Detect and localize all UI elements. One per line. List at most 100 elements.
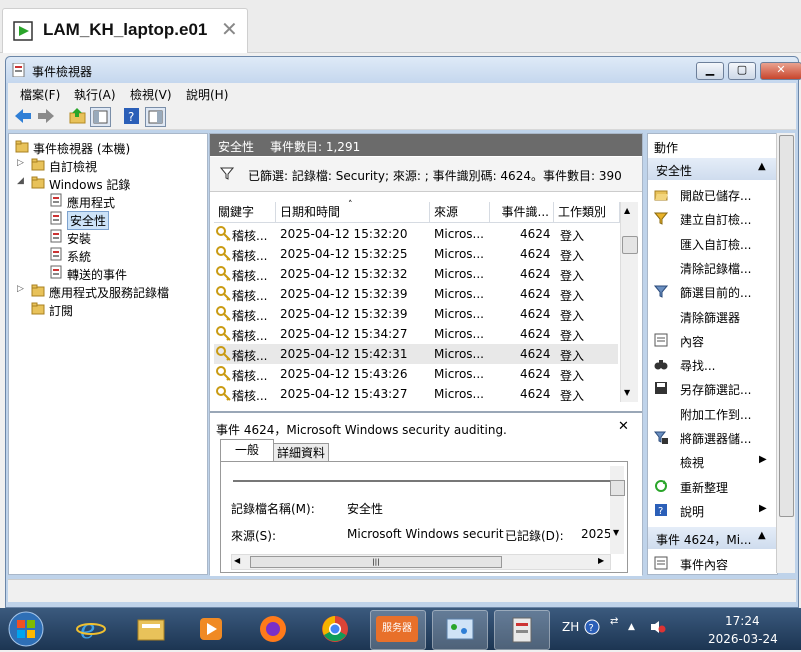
collapse-icon[interactable]: ◢ (17, 176, 24, 186)
show-hidden-icons-icon[interactable]: ▲ (628, 622, 635, 632)
expand-icon[interactable]: ▷ (17, 158, 24, 168)
action-item[interactable]: 檢視 ▶ (648, 449, 777, 473)
scroll-up-icon[interactable]: ▲ (624, 206, 630, 215)
detail-scroll-left-icon[interactable]: ◀ (234, 556, 240, 565)
action-item[interactable]: 附加工作到... (648, 401, 777, 425)
action-item[interactable]: 開啟已儲存... (648, 182, 777, 206)
taskbar-event-viewer[interactable] (494, 610, 550, 650)
actions-scroll-thumb[interactable] (779, 135, 794, 517)
maximize-button[interactable]: ▢ (728, 62, 756, 80)
media-player-icon (200, 618, 222, 640)
column-header-event-id[interactable]: 事件識... (490, 202, 554, 223)
clock-date[interactable]: 2026-03-24 (708, 632, 778, 646)
detail-close-icon[interactable]: ✕ (618, 419, 629, 434)
ime-options-icon[interactable]: ⇄ (610, 616, 618, 627)
column-header-task-category[interactable]: 工作類別 (554, 202, 620, 223)
detail-hscroll[interactable]: ◀ ||| ▶ (231, 554, 611, 570)
tab-general[interactable]: 一般 (220, 439, 274, 462)
detail-hscroll-thumb[interactable]: ||| (250, 556, 502, 568)
back-arrow-icon[interactable] (14, 107, 33, 125)
menu-help[interactable]: 說明(H) (186, 86, 228, 103)
action-item[interactable]: 另存篩選記... (648, 376, 777, 400)
event-list-scrollbar[interactable]: ▲ ▼ (620, 202, 638, 402)
table-row[interactable]: 稽核... 2025-04-12 15:32:32 Micros... 4624 登入 (214, 264, 618, 284)
taskbar-media-player[interactable] (184, 610, 238, 648)
tab-details[interactable]: 詳細資料 (273, 443, 329, 463)
table-row[interactable]: 稽核... 2025-04-12 15:43:27 Micros... 4624 登入 (214, 384, 618, 404)
tree-node[interactable]: ▷ 自訂檢視 (9, 156, 205, 174)
actions-section-security[interactable]: 安全性 ▲ (648, 158, 777, 180)
tree-node[interactable]: 系統 (9, 246, 205, 264)
table-row[interactable]: 稽核... 2025-04-12 15:34:27 Micros... 4624 登入 (214, 324, 618, 344)
forward-arrow-icon[interactable] (36, 107, 55, 125)
table-row[interactable]: 稽核... 2025-04-12 15:42:31 Micros... 4624 登入 (214, 344, 618, 364)
window-titlebar[interactable]: 事件檢視器 ▁ ▢ ✕ (6, 57, 801, 83)
browser-tab-close-icon[interactable]: ✕ (221, 17, 238, 41)
action-item[interactable]: 篩選目前的... (648, 279, 777, 303)
action-event-properties[interactable]: 事件內容 (648, 551, 777, 575)
language-indicator[interactable]: ZH (562, 620, 579, 634)
action-item[interactable]: 內容 (648, 328, 777, 352)
column-header-keyword[interactable]: 關鍵字 (214, 202, 276, 223)
table-row[interactable]: 稽核... 2025-04-12 15:32:20 Micros... 4624 登入 (214, 224, 618, 244)
detail-vscroll[interactable]: ▼ (610, 466, 625, 554)
action-item[interactable]: 重新整理 (648, 474, 777, 498)
filter-create-icon (654, 212, 668, 226)
collapse-icon[interactable]: ▲ (758, 161, 766, 172)
action-item[interactable]: 清除篩選器 (648, 304, 777, 328)
table-row[interactable]: 稽核... 2025-04-12 15:32:39 Micros... 4624 登入 (214, 284, 618, 304)
taskbar-firefox[interactable] (246, 610, 300, 648)
tree-node-label: 應用程式及服務記錄檔 (49, 286, 170, 300)
table-row[interactable]: 稽核... 2025-04-12 15:32:25 Micros... 4624 登入 (214, 244, 618, 264)
event-detail-pane: 事件 4624，Microsoft Windows security audit… (210, 411, 642, 576)
show-hide-action-pane-icon[interactable] (145, 107, 166, 127)
expand-icon[interactable]: ▷ (17, 284, 24, 294)
start-orb-icon[interactable] (6, 610, 46, 648)
tree-node[interactable]: ◢ Windows 記錄 (9, 174, 205, 192)
menu-action[interactable]: 執行(A) (74, 86, 116, 103)
menu-file[interactable]: 檔案(F) (20, 86, 60, 103)
action-item[interactable]: ? 說明 ▶ (648, 498, 777, 522)
clock-time[interactable]: 17:24 (725, 614, 760, 628)
tree-node[interactable]: 應用程式 (9, 192, 205, 210)
taskbar-ie[interactable]: e (64, 610, 118, 648)
tree-node[interactable]: 轉送的事件 (9, 264, 205, 282)
ime-help-icon[interactable]: ? (584, 619, 600, 635)
taskbar-control-panel[interactable] (432, 610, 488, 650)
action-item[interactable]: 匯入自訂檢... (648, 231, 777, 255)
volume-muted-icon[interactable] (650, 620, 666, 634)
action-item[interactable]: 尋找... (648, 352, 777, 376)
action-item[interactable]: 清除記錄檔... (648, 255, 777, 279)
collapse-icon[interactable]: ▲ (758, 530, 766, 541)
column-header-datetime[interactable]: 日期和時間 ˄ (276, 200, 430, 223)
event-id-cell: 4624 (520, 387, 551, 401)
taskbar-explorer[interactable] (124, 610, 178, 648)
detail-scroll-right-icon[interactable]: ▶ (598, 556, 604, 565)
scroll-down-icon[interactable]: ▼ (624, 388, 630, 397)
table-row[interactable]: 稽核... 2025-04-12 15:32:39 Micros... 4624 登入 (214, 304, 618, 324)
actions-section-event[interactable]: 事件 4624，Mi... ▲ (648, 527, 777, 549)
tree-node[interactable]: 安全性 (9, 210, 205, 230)
tree-node[interactable]: ▷ 應用程式及服務記錄檔 (9, 282, 205, 300)
close-button[interactable]: ✕ (760, 62, 801, 80)
detail-vscroll-thumb[interactable] (610, 480, 625, 496)
action-item[interactable]: 將篩選器儲... (648, 425, 777, 449)
column-header-source[interactable]: 來源 (430, 202, 490, 223)
actions-scrollbar[interactable] (776, 133, 795, 573)
detail-scroll-down-icon[interactable]: ▼ (613, 528, 619, 537)
up-folder-icon[interactable] (68, 107, 87, 125)
show-hide-tree-icon[interactable] (90, 107, 111, 127)
tree-node[interactable]: 訂閱 (9, 300, 205, 318)
taskbar-server-app[interactable]: 服务器 (370, 610, 426, 650)
menu-view[interactable]: 檢視(V) (130, 86, 172, 103)
tree-node-label: 訂閱 (49, 304, 74, 318)
help-icon[interactable]: ? (122, 107, 141, 125)
minimize-button[interactable]: ▁ (696, 62, 724, 80)
browser-tab[interactable]: LAM_KH_laptop.e01 ✕ (2, 8, 248, 53)
action-item[interactable]: 建立自訂檢... (648, 206, 777, 230)
tree-node[interactable]: 事件檢視器 (本機) (9, 138, 205, 156)
scroll-thumb[interactable] (622, 236, 638, 254)
tree-node[interactable]: 安裝 (9, 228, 205, 246)
table-row[interactable]: 稽核... 2025-04-12 15:43:26 Micros... 4624 登入 (214, 364, 618, 384)
taskbar-chrome[interactable] (308, 610, 362, 648)
